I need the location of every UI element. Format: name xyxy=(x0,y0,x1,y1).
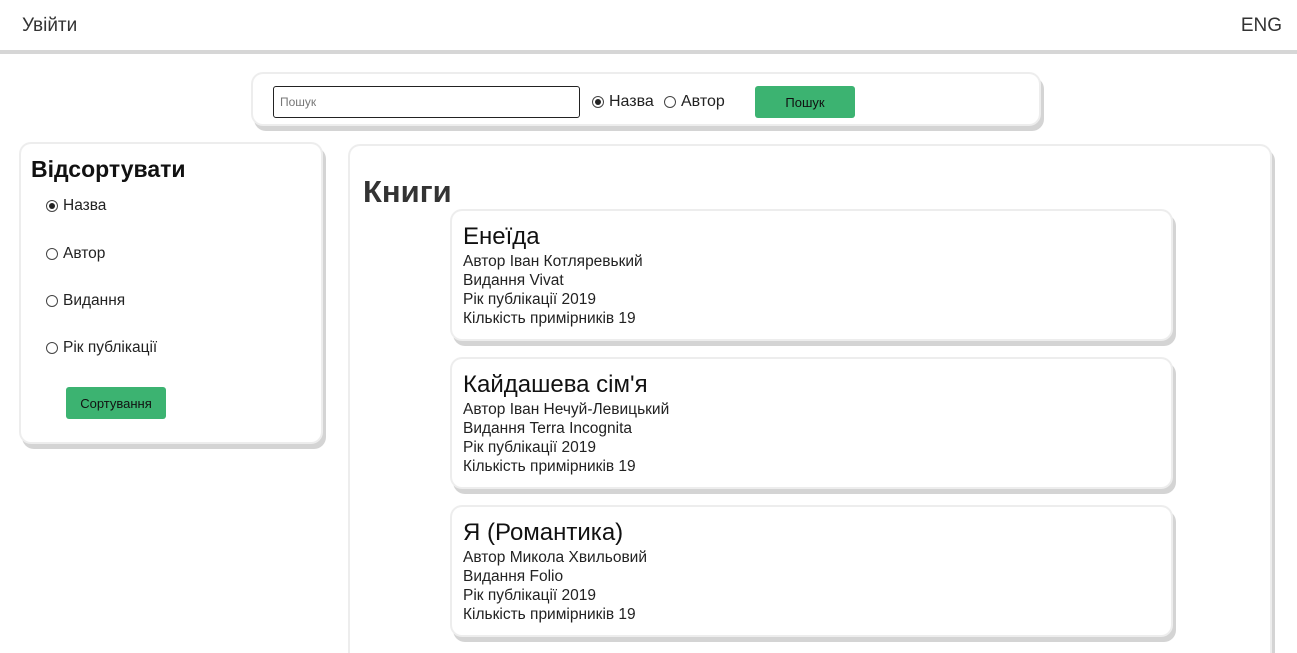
radio-unchecked-icon[interactable] xyxy=(46,295,58,307)
book-title: Я (Романтика) xyxy=(463,519,624,546)
sort-by-year-label: Рік публікації xyxy=(63,339,158,356)
book-title: Енеїда xyxy=(463,223,540,250)
radio-unchecked-icon[interactable] xyxy=(46,248,58,260)
book-card[interactable]: Я (Романтика) Автор Микола Хвильовий Вид… xyxy=(452,507,1171,635)
book-card[interactable]: Кайдашева сім'я Автор Іван Нечуй-Левицьк… xyxy=(452,359,1171,487)
book-publisher: Видання Terra Incognita xyxy=(463,420,633,437)
book-copies: Кількість примірників 19 xyxy=(463,310,636,327)
sort-by-title-label: Назва xyxy=(63,197,107,214)
book-author: Автор Іван Нечуй-Левицький xyxy=(463,401,670,418)
sort-by-title-option[interactable]: Назва xyxy=(46,197,106,215)
book-author: Автор Микола Хвильовий xyxy=(463,549,648,566)
book-publisher: Видання Folio xyxy=(463,568,564,585)
search-by-title-option[interactable]: Назва xyxy=(592,93,654,111)
search-input[interactable] xyxy=(273,86,580,118)
sort-title: Відсортувати xyxy=(31,156,186,182)
sort-panel: Відсортувати Назва Автор Видання Рік пуб… xyxy=(21,144,321,442)
search-button[interactable]: Пошук xyxy=(755,86,855,118)
sort-by-author-label: Автор xyxy=(63,245,106,262)
radio-checked-icon[interactable] xyxy=(46,200,58,212)
top-bar: Увійти ENG xyxy=(0,0,1297,54)
book-year: Рік публікації 2019 xyxy=(463,291,597,308)
book-publisher: Видання Vivat xyxy=(463,272,564,289)
sort-by-year-option[interactable]: Рік публікації xyxy=(46,339,157,357)
book-year: Рік публікації 2019 xyxy=(463,587,597,604)
sort-by-publisher-option[interactable]: Видання xyxy=(46,292,125,310)
book-year: Рік публікації 2019 xyxy=(463,439,597,456)
login-link[interactable]: Увійти xyxy=(22,15,77,37)
radio-unchecked-icon[interactable] xyxy=(46,342,58,354)
book-title: Кайдашева сім'я xyxy=(463,371,648,398)
book-copies: Кількість примірників 19 xyxy=(463,606,636,623)
books-title: Книги xyxy=(363,174,452,209)
search-by-author-option[interactable]: Автор xyxy=(664,93,725,111)
language-switch-link[interactable]: ENG xyxy=(1241,15,1282,37)
sort-by-publisher-label: Видання xyxy=(63,292,126,309)
book-card[interactable]: Енеїда Автор Іван Котляревький Видання V… xyxy=(452,211,1171,339)
radio-checked-icon[interactable] xyxy=(592,96,604,108)
book-author: Автор Іван Котляревький xyxy=(463,253,643,270)
sort-by-author-option[interactable]: Автор xyxy=(46,245,105,263)
search-by-author-label: Автор xyxy=(681,93,725,110)
search-panel: Назва Автор Пошук xyxy=(253,74,1039,124)
sort-button[interactable]: Сортування xyxy=(66,387,166,419)
book-copies: Кількість примірників 19 xyxy=(463,458,636,475)
search-by-title-label: Назва xyxy=(609,93,654,110)
radio-unchecked-icon[interactable] xyxy=(664,96,676,108)
